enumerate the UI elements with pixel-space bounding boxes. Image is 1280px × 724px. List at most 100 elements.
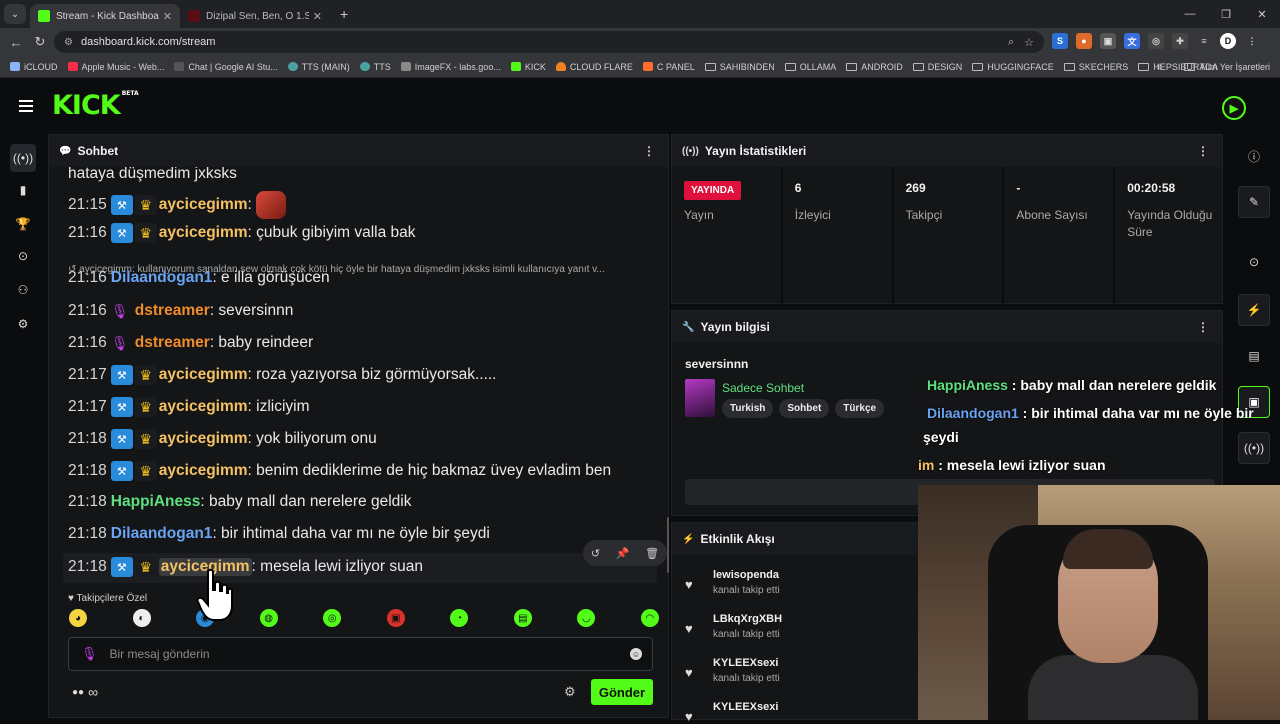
translate-icon[interactable]: 文 — [1124, 33, 1140, 49]
back-button[interactable]: ← — [4, 35, 28, 50]
emote-icon[interactable]: ◍ — [259, 609, 278, 627]
username[interactable]: dstreamer — [135, 302, 210, 320]
bookmark-folder[interactable]: SKECHERS — [1063, 62, 1128, 72]
reload-button[interactable]: ↻ — [28, 34, 52, 50]
reply-icon[interactable]: ↺ — [591, 547, 600, 560]
extension-s-icon[interactable]: S — [1052, 33, 1068, 49]
trophy-nav-icon[interactable]: 🏆 — [10, 210, 36, 238]
bookmark-cloudflare[interactable]: CLOUD FLARE — [555, 62, 633, 72]
emote-icon[interactable]: ◐ — [132, 609, 151, 627]
feed-user[interactable]: lewisopenda — [713, 569, 779, 581]
tag[interactable]: Sohbet — [779, 399, 830, 418]
info-menu-icon[interactable]: ⋮ — [1197, 320, 1209, 334]
bookmark-folder[interactable]: OLLAMA — [784, 62, 836, 72]
kick-logo[interactable]: KICK BETA — [52, 90, 139, 121]
bookmark-apple-music[interactable]: Apple Music - Web... — [67, 62, 164, 72]
media-control-icon[interactable]: ≡ — [1196, 33, 1212, 49]
minimize-button[interactable]: — — [1172, 0, 1208, 28]
browser-tab-active[interactable]: Stream - Kick Dashboard ✕ — [30, 4, 180, 28]
lightning-icon[interactable]: ⚡ — [1238, 294, 1270, 326]
stat-value: - — [1016, 181, 1021, 195]
emote-icon[interactable]: ▤ — [513, 609, 532, 627]
emote-icon[interactable]: ◡ — [577, 609, 596, 627]
chat-message: 21:18 HappiAness : baby mall dan nereler… — [68, 493, 658, 511]
emote-icon[interactable]: ◎ — [323, 609, 342, 627]
category-name[interactable]: Sadece Sohbet — [722, 381, 804, 395]
feed-user[interactable]: KYLEEXsexi — [713, 657, 778, 669]
bookmark-icloud[interactable]: iCLOUD — [10, 62, 58, 72]
emote-icon[interactable]: ◠ — [640, 609, 659, 627]
feed-user[interactable]: LBkqXrgXBH — [713, 613, 782, 625]
bookmark-tts-main[interactable]: TTS (MAIN) — [287, 62, 350, 72]
info-icon[interactable]: ⓘ — [1238, 140, 1270, 172]
bookmark-cpanel[interactable]: C PANEL — [642, 62, 695, 72]
bookmark-folder[interactable]: DESIGN — [912, 62, 962, 72]
emote-icon[interactable]: ◕ — [69, 609, 87, 627]
browser-tab-inactive[interactable]: Dizipal Sen, Ben, O 1.Sezon 1.B ✕ — [180, 4, 330, 28]
username[interactable]: HappiAness — [111, 493, 201, 511]
bookmark-folder[interactable]: HUGGINGFACE — [972, 62, 1054, 72]
extensions-puzzle-icon[interactable]: ✚ — [1172, 33, 1188, 49]
menu-icon[interactable] — [19, 100, 33, 115]
stream-nav-icon[interactable]: ((•)) — [10, 144, 36, 172]
notes-icon[interactable]: ▤ — [1238, 340, 1270, 372]
send-button[interactable]: Gönder — [591, 679, 653, 705]
emoji-picker-icon[interactable]: ☺ — [630, 648, 642, 660]
extension-grey-icon[interactable]: ▣ — [1100, 33, 1116, 49]
clips-nav-icon[interactable]: ⊙ — [10, 242, 36, 270]
profile-avatar-icon[interactable]: D — [1220, 33, 1236, 49]
bookmark-star-icon[interactable]: ☆ — [1024, 36, 1034, 49]
username[interactable]: aycicegimm — [159, 366, 248, 384]
bookmark-folder[interactable]: SAHIBINDEN — [704, 62, 775, 72]
bookmark-folder[interactable]: ANDROID — [846, 62, 903, 72]
chat-scrollbar[interactable] — [667, 517, 669, 573]
chat-settings-icon[interactable]: ⚙ — [564, 684, 576, 700]
stats-menu-icon[interactable]: ⋮ — [1197, 144, 1209, 158]
emote-icon[interactable]: ◔ — [450, 609, 469, 627]
edit-icon[interactable]: ✎ — [1238, 186, 1270, 218]
stats-title: Yayın İstatistikleri — [704, 144, 807, 158]
analytics-nav-icon[interactable]: ▮ — [10, 176, 36, 204]
close-tab-icon[interactable]: ✕ — [313, 10, 322, 23]
bookmark-kick[interactable]: KICK — [510, 62, 546, 72]
username[interactable]: aycicegimm — [159, 462, 248, 480]
points-indicator[interactable]: ●● ∞ — [72, 684, 98, 700]
settings-nav-icon[interactable]: ⚙ — [10, 310, 36, 338]
clip-icon[interactable]: ⊙ — [1238, 246, 1270, 278]
username[interactable]: aycicegimm — [159, 224, 248, 242]
site-info-icon[interactable]: ⚙ — [64, 37, 73, 48]
bookmark-tts[interactable]: TTS — [359, 62, 391, 72]
tab-search-button[interactable]: ⌄ — [4, 4, 26, 24]
restore-button[interactable]: ❐ — [1208, 0, 1244, 28]
tag[interactable]: Turkish — [722, 399, 774, 418]
all-bookmarks-button[interactable]: Tüm Yer İşaretleri — [1199, 62, 1270, 72]
tag[interactable]: Türkçe — [835, 399, 885, 418]
url-field[interactable]: ⚙ dashboard.kick.com/stream ⌕ ☆ — [54, 31, 1044, 53]
pin-icon[interactable]: 📌 — [616, 547, 630, 560]
username[interactable]: aycicegimm — [159, 196, 248, 214]
username[interactable]: aycicegimm — [159, 430, 248, 448]
username[interactable]: Dilaandogan1 — [111, 269, 213, 287]
community-nav-icon[interactable]: ⚇ — [10, 276, 36, 304]
more-bookmarks-button[interactable]: » — [1156, 61, 1162, 73]
feed-user[interactable]: KYLEEXsexi — [713, 701, 778, 713]
zoom-icon[interactable]: ⌕ — [1008, 36, 1014, 49]
close-tab-icon[interactable]: ✕ — [163, 10, 172, 23]
new-tab-button[interactable]: + — [340, 6, 348, 22]
extension-orange-icon[interactable]: ● — [1076, 33, 1092, 49]
delete-icon[interactable]: 🗑 — [645, 547, 659, 560]
emote-icon[interactable]: ▣ — [386, 609, 405, 627]
username[interactable]: dstreamer — [135, 334, 210, 352]
chat-menu-icon[interactable]: ⋮ — [643, 144, 655, 158]
username[interactable]: Dilaandogan1 — [111, 525, 213, 543]
broadcast-icon[interactable]: ((•)) — [1238, 432, 1270, 464]
browser-menu-icon[interactable]: ⋮ — [1244, 33, 1260, 49]
username[interactable]: aycicegimm — [159, 398, 248, 416]
extension-circle-icon[interactable]: ◎ — [1148, 33, 1164, 49]
chat-message-input[interactable]: 🎙 Bir mesaj gönderin ☺ — [68, 637, 653, 671]
user-avatar[interactable]: ▶ — [1222, 96, 1246, 120]
moderator-badge-icon: ⚒ — [110, 365, 133, 385]
bookmark-imagefx[interactable]: ImageFX - labs.goo... — [400, 62, 501, 72]
close-window-button[interactable]: ✕ — [1244, 0, 1280, 28]
bookmark-ai-studio[interactable]: Chat | Google AI Stu... — [174, 62, 278, 72]
